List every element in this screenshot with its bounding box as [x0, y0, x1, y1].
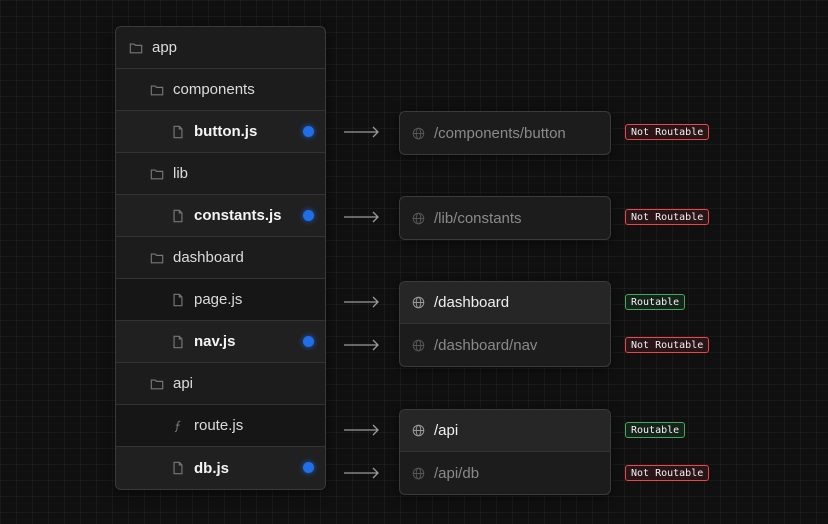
arrow-right-icon [344, 211, 379, 223]
tree-label: dashboard [173, 249, 244, 266]
tree-row-page-js[interactable]: page.js [116, 279, 325, 321]
file-tree: app components button.js lib constants.j… [115, 26, 326, 490]
route-box-components: /components/button [399, 111, 611, 155]
status-dot [303, 210, 314, 221]
route-row[interactable]: /api [400, 410, 610, 452]
globe-icon [412, 424, 425, 437]
tree-row-constants-js[interactable]: constants.js [116, 195, 325, 237]
folder-icon [150, 251, 164, 265]
not-routable-badge: Not Routable [625, 124, 710, 140]
tree-row-components[interactable]: components [116, 69, 325, 111]
arrow-right-icon [344, 339, 379, 351]
globe-icon [412, 296, 425, 309]
file-icon [171, 209, 185, 223]
tree-row-lib[interactable]: lib [116, 153, 325, 195]
globe-icon [412, 127, 425, 140]
tree-row-button-js[interactable]: button.js [116, 111, 325, 153]
folder-icon [150, 377, 164, 391]
file-icon [171, 125, 185, 139]
tree-row-dashboard[interactable]: dashboard [116, 237, 325, 279]
route-box-dashboard: /dashboard /dashboard/nav [399, 281, 611, 367]
route-path: /api/db [434, 464, 480, 482]
route-box-lib: /lib/constants [399, 196, 611, 240]
not-routable-badge: Not Routable [625, 337, 710, 353]
route-row[interactable]: /lib/constants [400, 197, 610, 239]
routable-badge: Routable [625, 422, 686, 438]
tree-row-nav-js[interactable]: nav.js [116, 321, 325, 363]
tree-label: api [173, 375, 194, 392]
route-box-api: /api /api/db [399, 409, 611, 495]
route-path: /dashboard/nav [434, 336, 538, 354]
route-path: /dashboard [434, 294, 510, 311]
route-path: /lib/constants [434, 209, 522, 227]
globe-icon [412, 467, 425, 480]
globe-icon [412, 212, 425, 225]
not-routable-badge: Not Routable [625, 465, 710, 481]
route-path: /components/button [434, 124, 566, 142]
tree-label: route.js [194, 417, 244, 434]
routable-badge: Routable [625, 294, 686, 310]
tree-label: page.js [194, 291, 243, 308]
route-row[interactable]: /api/db [400, 452, 610, 494]
tree-label: button.js [194, 123, 258, 140]
function-icon [171, 419, 185, 433]
folder-icon [150, 167, 164, 181]
tree-label: nav.js [194, 333, 236, 350]
arrow-right-icon [344, 126, 379, 138]
route-path: /api [434, 422, 459, 439]
tree-row-api[interactable]: api [116, 363, 325, 405]
tree-label: db.js [194, 459, 230, 477]
status-dot [303, 462, 314, 473]
tree-row-db-js[interactable]: db.js [116, 447, 325, 489]
tree-label: app [152, 39, 178, 56]
status-dot [303, 126, 314, 137]
not-routable-badge: Not Routable [625, 209, 710, 225]
tree-row-app[interactable]: app [116, 27, 325, 69]
tree-label: constants.js [194, 207, 282, 224]
arrow-right-icon [344, 296, 379, 308]
file-icon [171, 293, 185, 307]
folder-icon [129, 41, 143, 55]
tree-row-route-js[interactable]: route.js [116, 405, 325, 447]
arrow-right-icon [344, 467, 379, 479]
folder-icon [150, 83, 164, 97]
tree-label: lib [173, 165, 189, 182]
status-dot [303, 336, 314, 347]
globe-icon [412, 339, 425, 352]
arrow-right-icon [344, 424, 379, 436]
route-row[interactable]: /components/button [400, 112, 610, 154]
tree-label: components [173, 81, 255, 98]
route-row[interactable]: /dashboard/nav [400, 324, 610, 366]
file-icon [171, 335, 185, 349]
file-icon [171, 461, 185, 475]
route-row[interactable]: /dashboard [400, 282, 610, 324]
